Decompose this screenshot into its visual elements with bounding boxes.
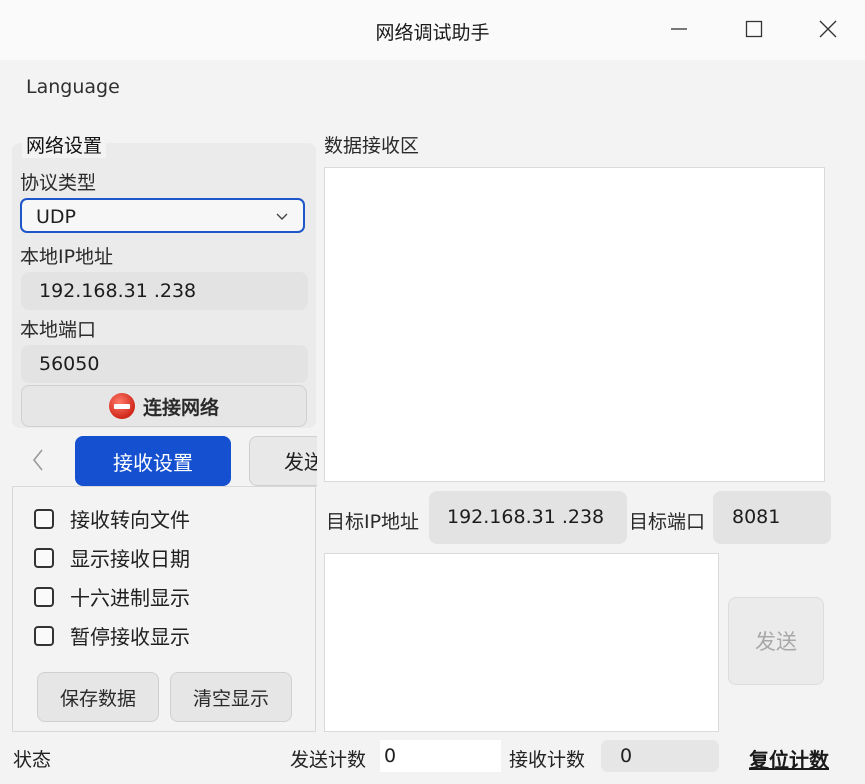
tab-send-settings[interactable]: 发送 [249,436,317,486]
receive-textarea[interactable] [324,167,825,482]
checkbox-label: 十六进制显示 [70,586,190,610]
protocol-label: 协议类型 [20,172,97,194]
minimize-icon [670,19,688,44]
stop-icon [108,393,135,419]
protocol-value: UDP [36,206,76,228]
target-port-label: 目标端口 [629,511,706,533]
checkbox-box[interactable] [34,508,54,529]
checkbox-box[interactable] [34,625,54,646]
save-data-button[interactable]: 保存数据 [37,672,159,722]
local-port-label: 本地端口 [20,319,97,341]
checkbox-pause-display[interactable]: 暂停接收显示 [34,621,190,650]
send-button[interactable]: 发送 [728,597,824,685]
clear-display-button[interactable]: 清空显示 [170,672,292,722]
checkbox-label: 暂停接收显示 [70,625,190,649]
send-count-label: 发送计数 [290,749,367,771]
recv-count-label: 接收计数 [509,749,586,771]
maximize-button[interactable] [734,14,774,48]
checkbox-label: 接收转向文件 [70,508,190,532]
network-settings-title: 网络设置 [22,131,107,158]
checkbox-label: 显示接收日期 [70,547,190,571]
minimize-button[interactable] [659,14,699,48]
receive-area-label: 数据接收区 [324,135,420,157]
local-port-field[interactable]: 56050 [21,345,308,383]
checkbox-receive-to-file[interactable]: 接收转向文件 [34,504,190,533]
connect-button-label: 连接网络 [142,396,219,419]
checkbox-box[interactable] [34,586,54,607]
reset-count-link[interactable]: 复位计数 [749,744,829,773]
send-count-field: 0 [380,740,501,772]
status-label: 状态 [13,749,52,771]
target-ip-label: 目标IP地址 [326,511,420,533]
target-ip-field[interactable]: 192.168.31 .238 [429,491,627,544]
maximize-icon [745,19,763,44]
chevron-left-icon[interactable] [30,447,46,480]
tab-receive-settings[interactable]: 接收设置 [75,436,231,486]
local-ip-label: 本地IP地址 [20,246,114,268]
chevron-down-icon [275,205,289,231]
local-ip-field[interactable]: 192.168.31 .238 [21,272,308,310]
checkbox-hex-display[interactable]: 十六进制显示 [34,582,190,611]
send-textarea[interactable] [324,553,719,732]
target-port-field[interactable]: 8081 [713,491,831,544]
protocol-select[interactable]: UDP [20,198,305,233]
recv-count-field: 0 [601,740,719,772]
connect-button[interactable]: 连接网络 [21,385,307,427]
checkbox-box[interactable] [34,547,54,568]
close-button[interactable] [808,14,848,48]
checkbox-show-date[interactable]: 显示接收日期 [34,543,190,572]
menu-language[interactable]: Language [26,76,120,98]
close-icon [819,19,837,44]
